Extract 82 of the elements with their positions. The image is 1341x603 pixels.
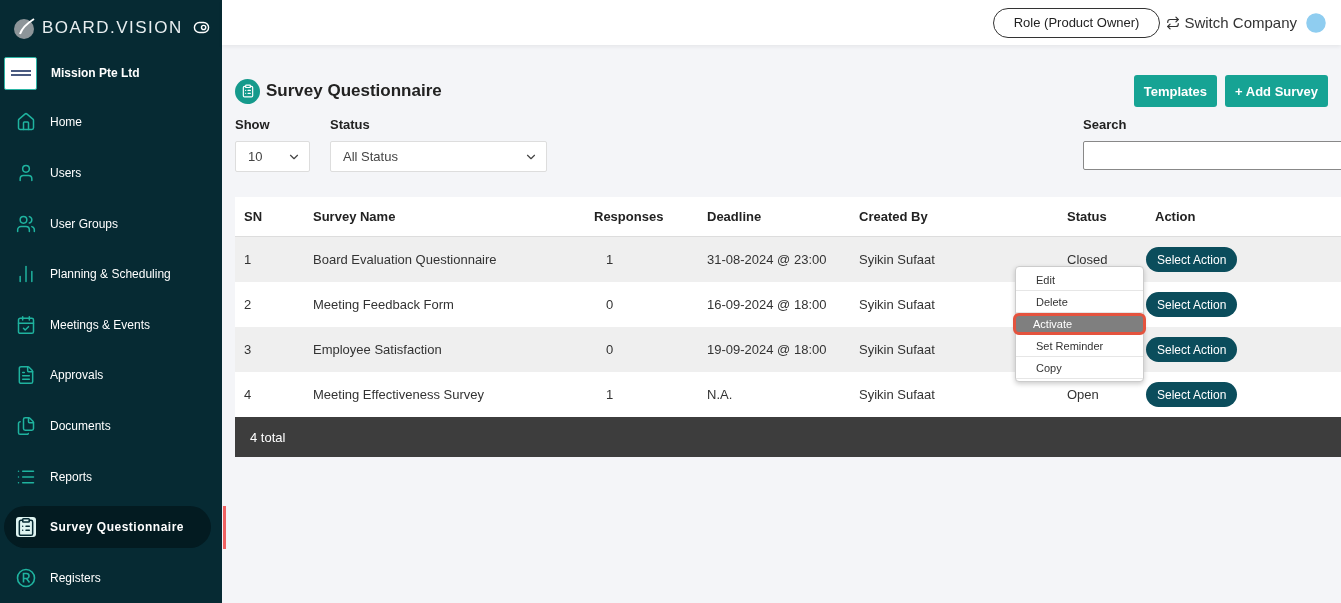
table-cell: 4	[244, 387, 252, 402]
menu-item[interactable]: Copy	[1016, 357, 1143, 379]
user-icon	[16, 163, 36, 183]
select-action-button[interactable]: Select Action	[1146, 292, 1238, 317]
swap-icon	[1166, 15, 1181, 30]
table-cell: Syikin Sufaat	[859, 252, 935, 267]
clipboard-list-icon	[16, 517, 36, 538]
column-header: Deadline	[707, 209, 762, 224]
table-cell: Closed	[1067, 252, 1108, 267]
role-button[interactable]: Role (Product Owner)	[992, 7, 1161, 38]
calendar-check-icon	[16, 314, 36, 335]
table-cell: 1	[244, 252, 252, 267]
column-header: SN	[244, 209, 263, 224]
sidebar-item[interactable]: Documents	[4, 404, 211, 448]
sidebar-item[interactable]: Approvals	[4, 354, 211, 397]
column-header: Survey Name	[313, 209, 396, 224]
company-name: Mission Pte Ltd	[51, 66, 140, 81]
company-logo	[4, 56, 37, 90]
sidebar-label: Registers	[50, 570, 101, 585]
table-cell: 2	[244, 297, 252, 312]
table-cell: Board Evaluation Questionnaire	[313, 252, 497, 267]
table-cell: Syikin Sufaat	[859, 297, 935, 312]
column-header: Action	[1155, 209, 1196, 224]
show-select[interactable]: 10	[235, 141, 310, 172]
column-header: Status	[1067, 209, 1107, 224]
select-action-button[interactable]: Select Action	[1146, 247, 1238, 272]
logo-icon	[12, 15, 36, 40]
table-cell: Syikin Sufaat	[859, 342, 935, 357]
registered-icon	[16, 567, 36, 588]
sidebar-item[interactable]: User Groups	[4, 202, 211, 245]
active-marker	[223, 505, 226, 549]
table-cell: N.A.	[707, 387, 733, 402]
sidebar-label: Meetings & Events	[50, 317, 151, 332]
column-header: Created By	[859, 209, 928, 224]
brand-name: BOARD.VISION	[42, 17, 184, 38]
bar-chart-icon	[16, 264, 36, 285]
table-cell: 0	[606, 297, 614, 312]
search-field[interactable]	[1083, 141, 1341, 170]
clipboard-list-icon	[235, 78, 260, 104]
sidebar-label: Approvals	[50, 368, 104, 383]
sidebar-label: Planning & Scheduling	[50, 267, 171, 282]
document-icon	[16, 365, 36, 386]
sidebar-label: Home	[50, 115, 82, 130]
table-cell: 16-09-2024 @ 18:00	[707, 297, 827, 312]
select-action-button[interactable]: Select Action	[1146, 382, 1238, 407]
field-label: Show	[235, 117, 271, 132]
table-cell: 1	[606, 252, 614, 267]
table-cell: 0	[606, 342, 614, 357]
table-cell: 19-09-2024 @ 18:00	[707, 342, 827, 357]
table-cell: 31-08-2024 @ 23:00	[707, 252, 827, 267]
sidebar-label: User Groups	[50, 216, 119, 231]
switch-company-button[interactable]: Switch Company	[1166, 14, 1297, 31]
users-icon	[16, 213, 36, 234]
sidebar-item[interactable]: Meetings & Events	[4, 303, 211, 347]
sidebar-label: Reports	[50, 469, 93, 484]
sidebar-item[interactable]: Planning & Scheduling	[4, 252, 211, 296]
table-footer: 4 total	[235, 417, 1341, 457]
sidebar-item[interactable]: Registers	[4, 556, 211, 600]
table-cell: 3	[244, 342, 252, 357]
table-cell: Syikin Sufaat	[859, 387, 935, 402]
table-cell: Meeting Effectiveness Survey	[313, 387, 484, 402]
table-cell: Employee Satisfaction	[313, 342, 442, 357]
page-title: Survey Questionnaire	[266, 81, 442, 101]
sidebar-label: Survey Questionnaire	[50, 520, 185, 535]
select-action-button[interactable]: Select Action	[1146, 337, 1238, 362]
menu-item[interactable]: Activate	[1013, 313, 1146, 335]
field-label: Status	[330, 117, 371, 132]
table-cell: Open	[1067, 387, 1099, 402]
table-cell: Meeting Feedback Form	[313, 297, 454, 312]
sidebar-label: Users	[50, 166, 82, 180]
table-cell: 1	[606, 387, 614, 402]
sidebar-item[interactable]: Reports	[4, 455, 211, 498]
menu-item[interactable]: Set Reminder	[1016, 335, 1143, 357]
home-icon	[16, 112, 36, 133]
sidebar-item[interactable]: Home	[4, 101, 211, 144]
documents-icon	[16, 416, 36, 436]
field-label: Search	[1083, 117, 1128, 132]
sidebar-label: Documents	[50, 419, 111, 433]
column-header: Responses	[594, 209, 664, 224]
sidebar-item[interactable]: Users	[4, 151, 211, 195]
status-select[interactable]: All Status	[330, 141, 547, 172]
menu-item[interactable]: Edit	[1016, 269, 1143, 291]
